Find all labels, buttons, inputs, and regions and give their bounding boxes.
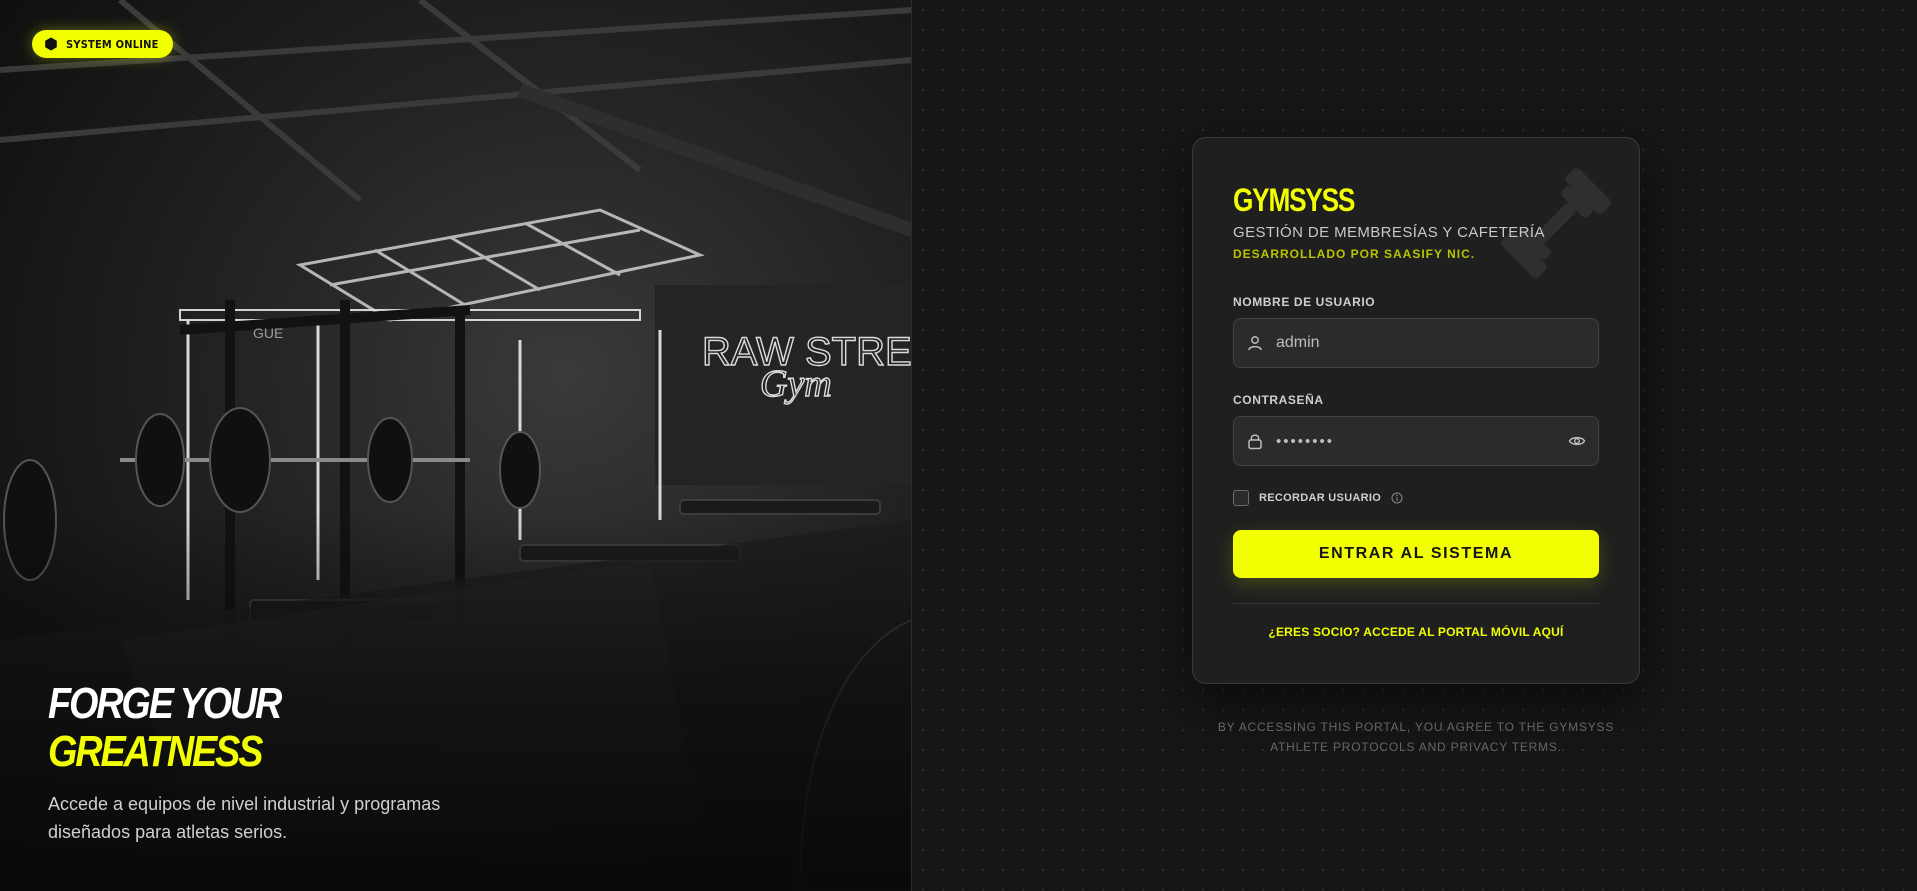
password-label: CONTRASEÑA [1233,393,1324,407]
rack-brand-text: GUE [253,325,283,341]
member-portal-link[interactable]: ¿ERES SOCIO? ACCEDE AL PORTAL MÓVIL AQUÍ [1233,625,1599,639]
password-field[interactable] [1233,416,1599,466]
terms-line1: BY ACCESSING THIS PORTAL, YOU AGREE TO T… [1217,720,1615,734]
lock-icon [1248,434,1262,450]
developer-credit: DESARROLLADO POR SAASIFY NIC. [1233,247,1476,261]
remember-user-label: RECORDAR USUARIO [1259,492,1382,504]
terms-notice: BY ACCESSING THIS PORTAL, YOU AGREE TO T… [1192,717,1640,757]
login-panel: GYMSYSS GESTIÓN DE MEMBRESÍAS Y CAFETERÍ… [913,0,1917,891]
hero-subtitle: Accede a equipos de nivel industrial y p… [48,794,441,842]
headline-line1: FORGE YOUR [48,679,282,728]
username-label: NOMBRE DE USUARIO [1233,295,1376,309]
login-submit-button[interactable]: ENTRAR AL SISTEMA [1233,530,1599,578]
terms-line2: ATHLETE PROTOCOLS AND PRIVACY TERMS. [1270,740,1562,754]
headline-line2: GREATNESS [48,727,263,776]
remember-user-checkbox[interactable] [1233,490,1249,506]
username-input[interactable] [1276,334,1556,352]
hero-headline: FORGE YOUR GREATNESS [48,680,318,776]
neon-sign-line2: Gym [760,363,832,405]
brand-subtitle: GESTIÓN DE MEMBRESÍAS Y CAFETERÍA [1233,224,1545,241]
system-status-label: SYSTEM ONLINE [66,37,159,51]
dumbbell-icon [1501,168,1611,278]
password-input[interactable] [1276,432,1556,450]
username-field[interactable] [1233,318,1599,368]
info-icon[interactable] [1391,492,1403,504]
remember-user-option[interactable]: RECORDAR USUARIO [1233,490,1403,506]
login-card: GYMSYSS GESTIÓN DE MEMBRESÍAS Y CAFETERÍ… [1192,137,1640,684]
hexagon-icon [45,37,57,51]
eye-icon[interactable] [1568,432,1586,450]
hero-panel: RAW STRENGTH Gym GUE [0,0,912,891]
brand-logo-text: GYMSYSS [1233,182,1355,218]
system-status-badge: SYSTEM ONLINE [32,30,173,58]
card-divider [1233,603,1599,604]
user-icon [1248,336,1262,351]
